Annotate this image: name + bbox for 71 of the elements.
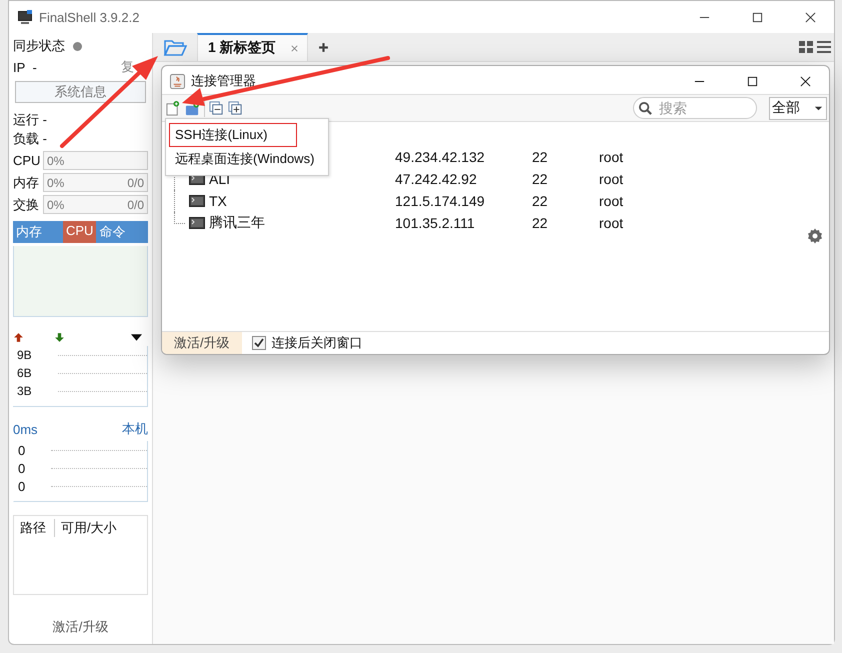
checkbox[interactable] xyxy=(252,336,266,350)
connection-name[interactable]: TX xyxy=(209,193,227,209)
caret-icon xyxy=(814,104,823,112)
process-tab[interactable]: CPU xyxy=(63,221,96,243)
meter-label: CPU xyxy=(13,153,39,168)
dropdown-icon[interactable] xyxy=(131,332,142,343)
latency-text: 0ms xyxy=(13,422,38,436)
activate-link[interactable]: 激活/升级 xyxy=(162,332,242,354)
meter-label: 交换 xyxy=(13,196,39,214)
folder-icon[interactable] xyxy=(163,37,187,57)
axis-label: 9B xyxy=(17,348,32,362)
axis-label: 6B xyxy=(17,366,32,380)
terminal-icon xyxy=(189,195,205,207)
sysinfo-button[interactable]: 系统信息 xyxy=(15,81,146,103)
grid-view-icon[interactable] xyxy=(798,39,814,55)
ip-cell-text: 101.35.2.111 xyxy=(395,215,476,231)
terminal-icon xyxy=(189,217,205,229)
app-icon xyxy=(17,9,33,25)
ip-cell-text: 47.242.42.92 xyxy=(395,171,478,187)
connection-name[interactable]: 腾讯三年 xyxy=(209,214,265,232)
user-cell: root xyxy=(599,171,624,187)
menu-item[interactable]: 远程桌面连接(Windows) xyxy=(169,147,320,171)
meter-bar: 0% 0/0 xyxy=(43,195,148,214)
meter-bar: 0% 0/0 xyxy=(43,173,148,192)
column-header[interactable]: 可用/大小 xyxy=(54,519,117,537)
search-field[interactable]: 搜索 xyxy=(633,97,757,119)
upload-arrow-icon xyxy=(13,332,24,343)
meter-label: 内存 xyxy=(13,174,39,192)
expand-icon[interactable] xyxy=(228,100,243,116)
menu-item[interactable]: SSH连接(Linux) xyxy=(169,123,297,147)
stat-text: 负载 - xyxy=(13,130,47,148)
status-dot xyxy=(73,42,82,50)
port-cell-text: 22 xyxy=(532,193,549,209)
copy-link[interactable]: 复 xyxy=(121,58,134,76)
close-after-connect-checkbox[interactable]: 连接后关闭窗口 xyxy=(242,334,363,352)
ping-value: 0 xyxy=(18,442,26,458)
close-icon[interactable] xyxy=(800,76,811,86)
new-file-icon[interactable] xyxy=(166,100,181,116)
meter-bar: 0% xyxy=(43,151,148,170)
port-cell-text: 22 xyxy=(532,171,549,187)
session-tab[interactable]: 1 新标签页 xyxy=(197,33,308,61)
stat-text: 运行 - xyxy=(13,111,47,129)
ping-target[interactable]: 本机 xyxy=(122,420,148,438)
window-title: FinalShell 3.9.2.2 xyxy=(39,10,140,24)
maximize-icon[interactable] xyxy=(747,76,758,86)
ip-cell-text: 121.5.174.149 xyxy=(395,193,486,209)
search-input[interactable]: 搜索 xyxy=(657,99,751,117)
java-icon xyxy=(170,74,185,88)
download-arrow-icon xyxy=(54,332,65,343)
maximize-icon[interactable] xyxy=(752,12,763,22)
ping-value: 0 xyxy=(18,478,26,494)
search-icon xyxy=(638,100,653,116)
column-header[interactable]: 路径 xyxy=(20,519,46,537)
user-cell: root xyxy=(599,215,624,231)
ip-cell-text: 49.234.42.132 xyxy=(395,149,486,165)
close-icon[interactable] xyxy=(805,12,816,22)
ping-value: 0 xyxy=(18,460,26,476)
ip-label: IP - xyxy=(13,60,37,74)
user-cell: root xyxy=(599,149,624,165)
plus-icon[interactable] xyxy=(318,42,329,52)
sync-label: 同步状态 xyxy=(13,37,65,55)
port-cell-text: 22 xyxy=(532,149,549,165)
filter-dropdown[interactable]: 全部 xyxy=(769,96,827,120)
port-cell-text: 22 xyxy=(532,215,549,231)
settings-icon[interactable] xyxy=(807,228,823,244)
dialog-title: 连接管理器 xyxy=(191,72,256,90)
user-cell: root xyxy=(599,193,624,209)
axis-label: 3B xyxy=(17,384,32,398)
menu-icon[interactable] xyxy=(816,39,832,55)
collapse-icon[interactable] xyxy=(209,100,224,116)
activate-link[interactable]: 激活/升级 xyxy=(52,618,108,636)
